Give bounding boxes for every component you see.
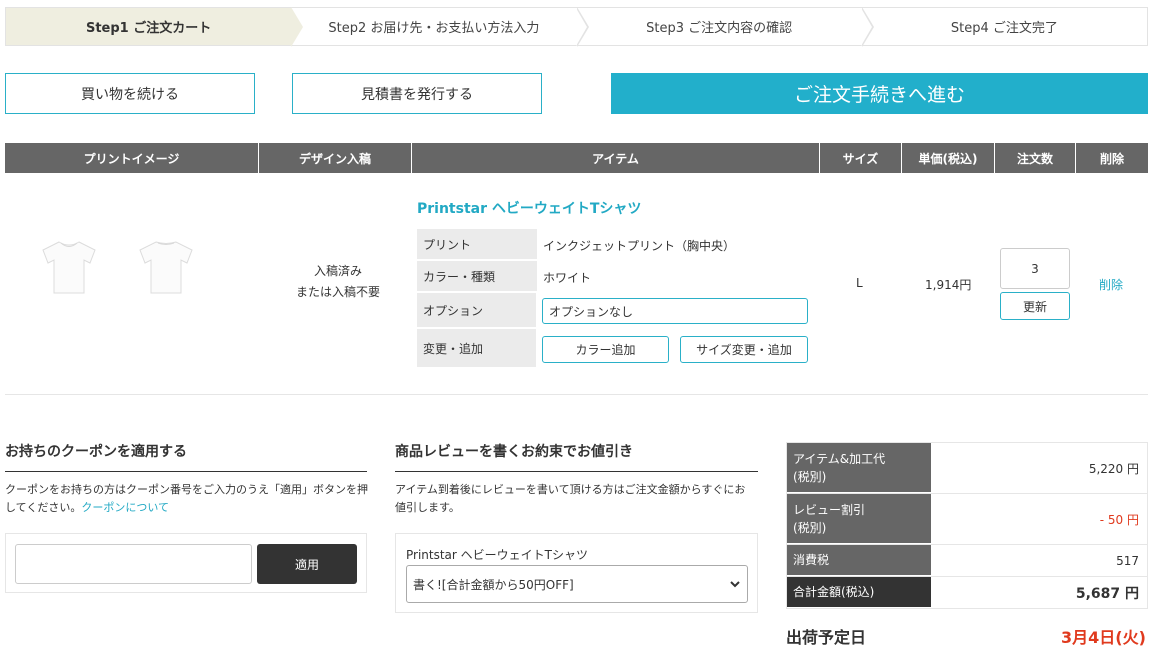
summary-total-label: 合計金額(税込)	[787, 577, 931, 608]
step-cart: Step1 ご注文カート	[6, 7, 304, 47]
detail-color: カラー・種類 ホワイト	[417, 261, 808, 293]
review-form: Printstar ヘビーウェイトTシャツ 書く![合計金額から50円OFF]	[395, 533, 758, 613]
cart-row: 入稿済み または入稿不要 Printstar ヘビーウェイトTシャツ プリント …	[5, 173, 1148, 395]
step-complete: Step4 ご注文完了	[862, 8, 1147, 45]
item-name[interactable]: Printstar ヘビーウェイトTシャツ	[417, 198, 641, 218]
summary-total-value: 5,687 円	[1075, 585, 1139, 602]
coupon-text: クーポンをお持ちの方はクーポン番号をご入力のうえ「適用」ボタンを押してください。…	[5, 481, 370, 517]
detail-color-value: ホワイト	[543, 270, 592, 285]
summary-total: 合計金額(税込) 5,687 円	[787, 577, 1147, 608]
review-product-name: Printstar ヘビーウェイトTシャツ	[406, 548, 588, 562]
detail-print-label: プリント	[417, 229, 537, 261]
cart-table-header: プリントイメージ デザイン入稿 アイテム サイズ 単価(税込) 注文数 削除	[5, 143, 1148, 173]
summary-review: レビュー割引 (税別) - 50 円	[787, 494, 1147, 545]
detail-print-value: インクジェットプリント（胸中央）	[543, 238, 736, 253]
checkout-button[interactable]: ご注文手続きへ進む	[611, 73, 1148, 114]
option-select[interactable]: オプションなし	[542, 298, 808, 324]
tshirt-front-image	[42, 241, 96, 294]
delete-link[interactable]: 削除	[1099, 276, 1123, 293]
header-delete: 削除	[1099, 151, 1124, 166]
step-address-label: Step2 お届け先・お支払い方法入力	[328, 21, 540, 36]
summary-items: アイテム&加工代 (税別) 5,220 円	[787, 443, 1147, 494]
detail-change: 変更・追加 カラー追加 サイズ変更・追加	[417, 329, 808, 369]
summary-items-label: アイテム&加工代	[793, 451, 886, 466]
detail-option-label: オプション	[417, 293, 536, 329]
step-confirm-label: Step3 ご注文内容の確認	[646, 21, 793, 36]
header-size: サイズ	[820, 143, 902, 173]
design-status-line2: または入稿不要	[295, 285, 380, 299]
summary-review-value: - 50 円	[1099, 512, 1139, 527]
header-design: デザイン入稿	[259, 143, 412, 173]
summary-items-label-tax: (税別)	[793, 469, 827, 484]
continue-shopping-button[interactable]: 買い物を続ける	[5, 73, 255, 114]
shipping-date-label: 出荷予定日	[786, 628, 867, 647]
summary-review-label: レビュー割引	[793, 502, 866, 517]
shipping-date-value: 3月4日(火)	[1061, 628, 1146, 647]
header-print-image: プリントイメージ	[5, 143, 259, 173]
review-select-value: 書く![合計金額から50円OFF]	[413, 577, 574, 592]
review-text-line2: 値引します。	[395, 501, 460, 514]
header-quantity: 注文数	[995, 143, 1076, 173]
header-price: 単価(税込)	[902, 143, 995, 173]
detail-print: プリント インクジェットプリント（胸中央）	[417, 229, 808, 261]
design-status-line1: 入稿済み	[313, 264, 362, 278]
detail-option: オプション オプションなし	[417, 293, 808, 329]
item-price: 1,914円	[925, 278, 972, 292]
quantity-input[interactable]: 3	[1000, 248, 1070, 289]
issue-quote-button[interactable]: 見積書を発行する	[292, 73, 542, 114]
coupon-title: お持ちのクーポンを適用する	[5, 441, 367, 472]
step-confirm: Step3 ご注文内容の確認	[577, 7, 874, 47]
apply-coupon-button[interactable]: 適用	[257, 544, 357, 584]
design-status: 入稿済み または入稿不要	[263, 261, 413, 303]
step-cart-label: Step1 ご注文カート	[85, 21, 212, 36]
update-button[interactable]: 更新	[1000, 292, 1070, 320]
tshirt-back-image	[139, 241, 193, 294]
summary-tax-value: 517	[1116, 553, 1139, 568]
change-size-button[interactable]: サイズ変更・追加	[680, 335, 808, 363]
chevron-down-icon	[730, 581, 740, 588]
order-summary: アイテム&加工代 (税別) 5,220 円 レビュー割引 (税別) - 50 円 消…	[786, 442, 1148, 609]
item-size: L	[856, 276, 863, 290]
coupon-form: 適用	[5, 533, 367, 593]
checkout-steps: Step1 ご注文カート Step2 お届け先・お支払い方法入力 Step3 ご…	[5, 7, 1148, 47]
summary-review-label-tax: (税別)	[793, 520, 827, 535]
review-text: アイテム到着後にレビューを書いて頂ける方はご注文金額からすぐにお 値引します。	[395, 481, 758, 517]
add-color-button[interactable]: カラー追加	[542, 335, 669, 363]
coupon-info-link[interactable]: クーポンについて	[81, 501, 169, 514]
detail-change-label: 変更・追加	[417, 329, 536, 369]
header-item: アイテム	[412, 143, 820, 173]
summary-items-value: 5,220 円	[1088, 461, 1139, 476]
step-complete-label: Step4 ご注文完了	[950, 21, 1058, 36]
review-title: 商品レビューを書くお約束でお値引き	[395, 441, 758, 472]
summary-tax: 消費税 517	[787, 545, 1147, 577]
coupon-input[interactable]	[15, 544, 252, 584]
detail-color-label: カラー・種類	[417, 261, 537, 293]
coupon-description: クーポンをお持ちの方はクーポン番号をご入力のうえ「適用」ボタンを押してください。	[5, 483, 368, 514]
step-address: Step2 お届け先・お支払い方法入力	[291, 7, 589, 47]
review-text-line1: アイテム到着後にレビューを書いて頂ける方はご注文金額からすぐにお	[395, 483, 746, 496]
review-select[interactable]: 書く![合計金額から50円OFF]	[406, 565, 748, 603]
summary-tax-label: 消費税	[787, 545, 931, 576]
